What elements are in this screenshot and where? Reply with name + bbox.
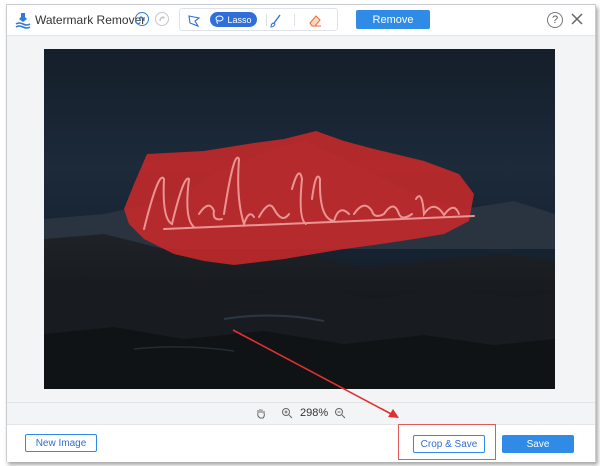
canvas-area <box>7 36 595 402</box>
undo-button[interactable] <box>135 12 149 26</box>
remove-button[interactable]: Remove <box>356 10 430 29</box>
zoom-out-icon[interactable] <box>334 407 346 419</box>
lasso-button[interactable]: Lasso <box>210 12 257 27</box>
divider <box>294 14 295 26</box>
zoom-in-icon[interactable] <box>281 407 293 419</box>
app-title: Watermark Remover <box>35 13 146 27</box>
redo-icon <box>159 15 165 22</box>
undo-icon <box>139 15 145 22</box>
hand-icon[interactable] <box>255 407 267 419</box>
polygon-lasso-icon[interactable] <box>186 13 202 29</box>
app-window: Watermark Remover Lasso Remove ? 298% Ne… <box>6 4 596 462</box>
save-button[interactable]: Save <box>502 435 574 453</box>
lasso-label: Lasso <box>227 14 252 25</box>
eraser-icon[interactable] <box>307 13 323 29</box>
new-image-button[interactable]: New Image <box>25 434 97 452</box>
brush-icon[interactable] <box>268 13 284 29</box>
image-preview[interactable] <box>44 49 555 389</box>
close-icon[interactable] <box>570 12 584 26</box>
selection-tool-group: Lasso <box>179 8 338 31</box>
watermark-logo-icon <box>15 13 31 29</box>
zoom-bar: 298% <box>7 402 595 425</box>
divider <box>266 14 267 26</box>
footer-bar: New Image Crop & Save Save <box>7 424 595 462</box>
help-icon[interactable]: ? <box>547 12 563 28</box>
zoom-level: 298% <box>300 407 329 419</box>
lasso-icon <box>215 15 224 24</box>
crop-save-button[interactable]: Crop & Save <box>413 435 485 453</box>
title-bar: Watermark Remover Lasso Remove ? <box>7 5 595 36</box>
redo-button[interactable] <box>155 12 169 26</box>
